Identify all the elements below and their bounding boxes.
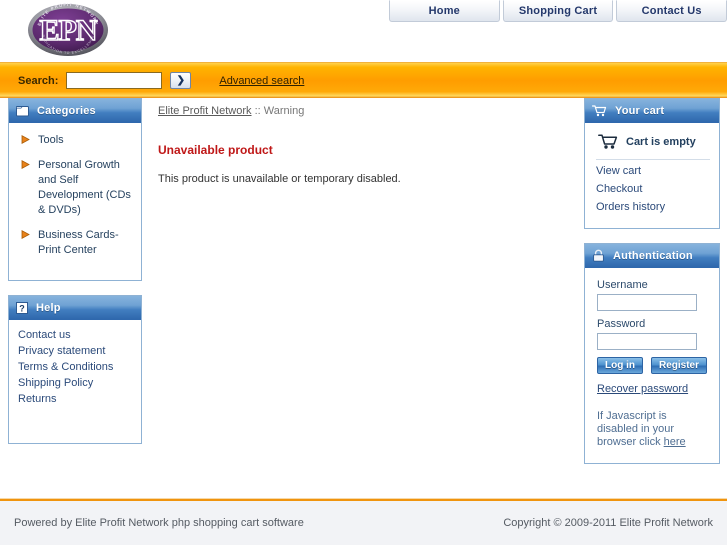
password-field[interactable] (597, 333, 697, 350)
search-bar: Search: ❯ Advanced search (0, 62, 727, 98)
category-label: Personal Growth and Self Development (CD… (38, 159, 131, 216)
site-footer: Powered by Elite Profit Network php shop… (0, 501, 727, 545)
help-link-terms-conditions[interactable]: Terms & Conditions (18, 361, 132, 374)
cart-panel: Your cart Cart is empty View cart Checko… (584, 98, 720, 229)
left-sidebar: Categories Tools Personal Growth and Sel… (8, 98, 142, 458)
help-link-returns[interactable]: Returns (18, 393, 132, 406)
help-link-shipping-policy[interactable]: Shipping Policy (18, 377, 132, 390)
cart-panel-title: Your cart (615, 104, 665, 117)
username-label: Username (597, 279, 648, 291)
site-logo[interactable]: ELITE PROFIT NETWORK DEDICATION TO EXCEL… (26, 2, 110, 58)
breadcrumb-separator: :: (251, 105, 264, 117)
shopping-cart-icon (592, 104, 607, 116)
triangle-bullet-icon (21, 160, 30, 172)
breadcrumb-current: Warning (263, 105, 305, 117)
authentication-panel-header: Authentication (585, 244, 719, 268)
epn-logo-icon: ELITE PROFIT NETWORK DEDICATION TO EXCEL… (28, 2, 108, 56)
authentication-panel-title: Authentication (613, 249, 693, 262)
category-label: Tools (38, 134, 64, 146)
nav-tab-shopping-cart[interactable]: Shopping Cart (502, 0, 614, 22)
site-header: ELITE PROFIT NETWORK DEDICATION TO EXCEL… (0, 0, 727, 62)
help-link-privacy-statement[interactable]: Privacy statement (18, 345, 132, 358)
footer-copyright: Copyright © 2009-2011 Elite Profit Netwo… (503, 517, 713, 529)
cart-link-checkout[interactable]: Checkout (596, 183, 710, 196)
cart-status-text: Cart is empty (626, 136, 696, 148)
triangle-bullet-icon (21, 135, 30, 147)
advanced-search-link[interactable]: Advanced search (219, 75, 304, 87)
cart-panel-header: Your cart (585, 99, 719, 123)
folder-icon (16, 105, 29, 116)
cart-panel-body: Cart is empty View cart Checkout Orders … (585, 123, 719, 228)
cart-link-view-cart[interactable]: View cart (596, 165, 710, 178)
cart-link-orders-history[interactable]: Orders history (596, 201, 710, 214)
authentication-panel: Authentication Username Password Log in … (584, 243, 720, 464)
category-item-tools[interactable]: Tools (18, 133, 132, 148)
warning-message: This product is unavailable or temporary… (158, 173, 401, 185)
cart-status: Cart is empty (596, 132, 710, 160)
category-item-business-cards[interactable]: Business Cards-Print Center (18, 228, 132, 258)
login-button[interactable]: Log in (597, 357, 643, 374)
help-panel-header: ? Help (9, 296, 141, 320)
categories-list: Tools Personal Growth and Self Developme… (9, 123, 141, 280)
categories-panel-title: Categories (37, 104, 96, 117)
authentication-form: Username Password Log in Register Recove… (585, 268, 719, 463)
page-title: Unavailable product (158, 143, 273, 157)
javascript-disabled-note: If Javascript is disabled in your browse… (597, 410, 709, 449)
nav-tab-home[interactable]: Home (389, 0, 500, 22)
main-content: Elite Profit Network :: Warning Unavaila… (158, 98, 568, 185)
javascript-note-text: If Javascript is disabled in your browse… (597, 410, 675, 448)
search-input[interactable] (66, 72, 163, 89)
breadcrumb: Elite Profit Network :: Warning (158, 98, 568, 117)
username-field[interactable] (597, 294, 697, 311)
triangle-bullet-icon (21, 230, 30, 242)
categories-panel: Categories Tools Personal Growth and Sel… (8, 98, 142, 281)
category-label: Business Cards-Print Center (38, 229, 119, 256)
help-links-list: Contact us Privacy statement Terms & Con… (9, 320, 141, 443)
help-link-contact-us[interactable]: Contact us (18, 329, 132, 342)
svg-text:?: ? (19, 303, 25, 313)
top-navigation: Home Shopping Cart Contact Us (389, 0, 727, 23)
lock-icon (593, 249, 604, 262)
help-panel-title: Help (36, 301, 61, 314)
page-body: Categories Tools Personal Growth and Sel… (0, 98, 727, 498)
footer-powered-by: Powered by Elite Profit Network php shop… (14, 517, 304, 529)
right-sidebar: Your cart Cart is empty View cart Checko… (584, 98, 720, 478)
password-label: Password (597, 318, 646, 330)
search-label: Search: (18, 74, 59, 87)
register-button[interactable]: Register (651, 357, 708, 374)
authentication-buttons: Log in Register (597, 357, 709, 374)
question-mark-icon: ? (16, 301, 28, 314)
nav-tab-contact-us[interactable]: Contact Us (616, 0, 727, 22)
search-submit-button[interactable]: ❯ (170, 72, 192, 89)
breadcrumb-link-home[interactable]: Elite Profit Network (158, 105, 252, 117)
shopping-cart-icon (598, 134, 618, 149)
categories-panel-header: Categories (9, 99, 141, 123)
help-panel: ? Help Contact us Privacy statement Term… (8, 295, 142, 444)
svg-text:EPN: EPN (40, 14, 98, 47)
javascript-note-link[interactable]: here (664, 436, 686, 448)
category-item-personal-growth[interactable]: Personal Growth and Self Development (CD… (18, 158, 132, 218)
recover-password-link[interactable]: Recover password (597, 383, 688, 395)
